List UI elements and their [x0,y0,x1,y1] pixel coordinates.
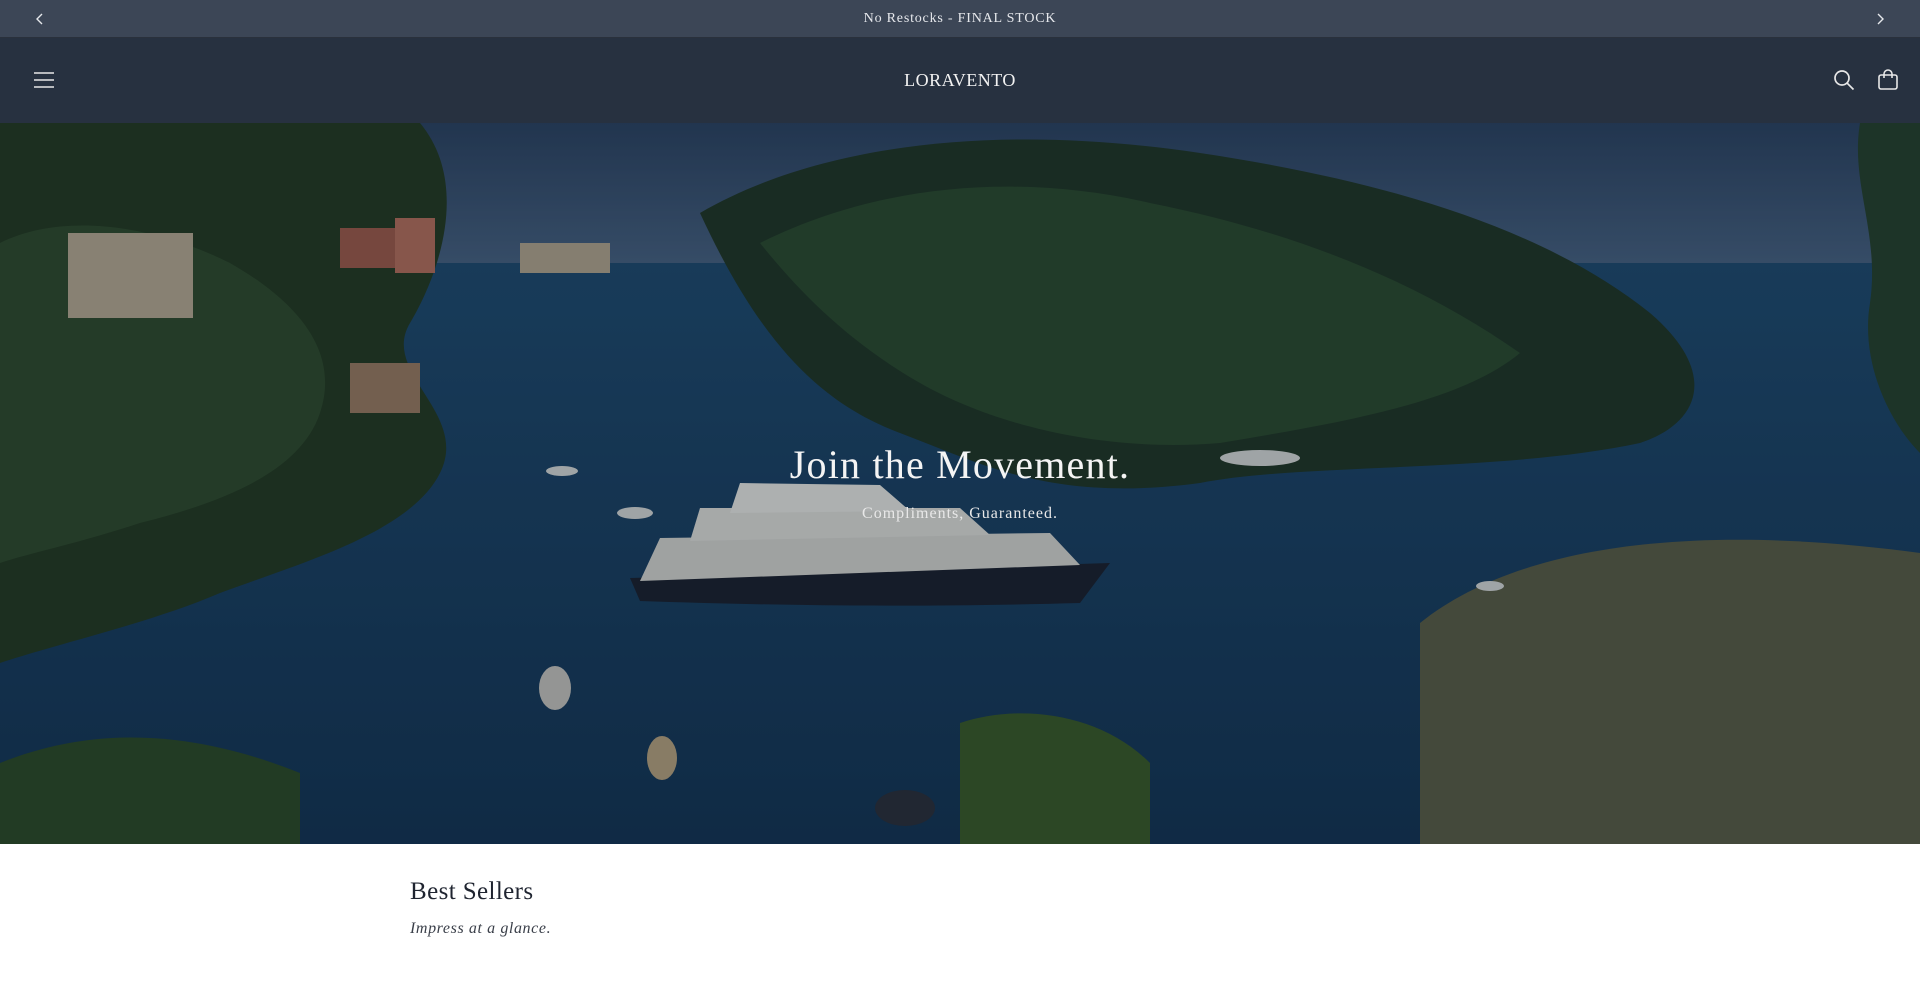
best-sellers-title: Best Sellers [410,878,534,905]
hamburger-menu-icon [34,72,54,88]
hero-heading: Join the Movement. [789,442,1131,487]
cart-button[interactable] [1866,58,1910,102]
search-icon [1834,70,1855,91]
announcement-prev-button[interactable] [20,0,60,38]
chevron-left-icon [36,13,43,25]
announcement-text: No Restocks - FINAL STOCK [863,10,1057,26]
chevron-right-icon [1877,13,1884,25]
cart-icon [1878,69,1898,90]
best-sellers-section: Best Sellers Impress at a glance. [410,878,551,938]
search-button[interactable] [1822,58,1866,102]
hero-subheading: Compliments, Guaranteed. [862,505,1058,522]
announcement-bar: No Restocks - FINAL STOCK [0,0,1920,38]
site-header: LORAVENTO [0,38,1920,123]
best-sellers-subtitle: Impress at a glance. [410,920,552,937]
site-logo[interactable]: LORAVENTO [904,70,1016,91]
menu-button[interactable] [22,58,66,102]
announcement-next-button[interactable] [1860,0,1900,38]
hero-banner: Join the Movement. Compliments, Guarante… [0,123,1920,844]
